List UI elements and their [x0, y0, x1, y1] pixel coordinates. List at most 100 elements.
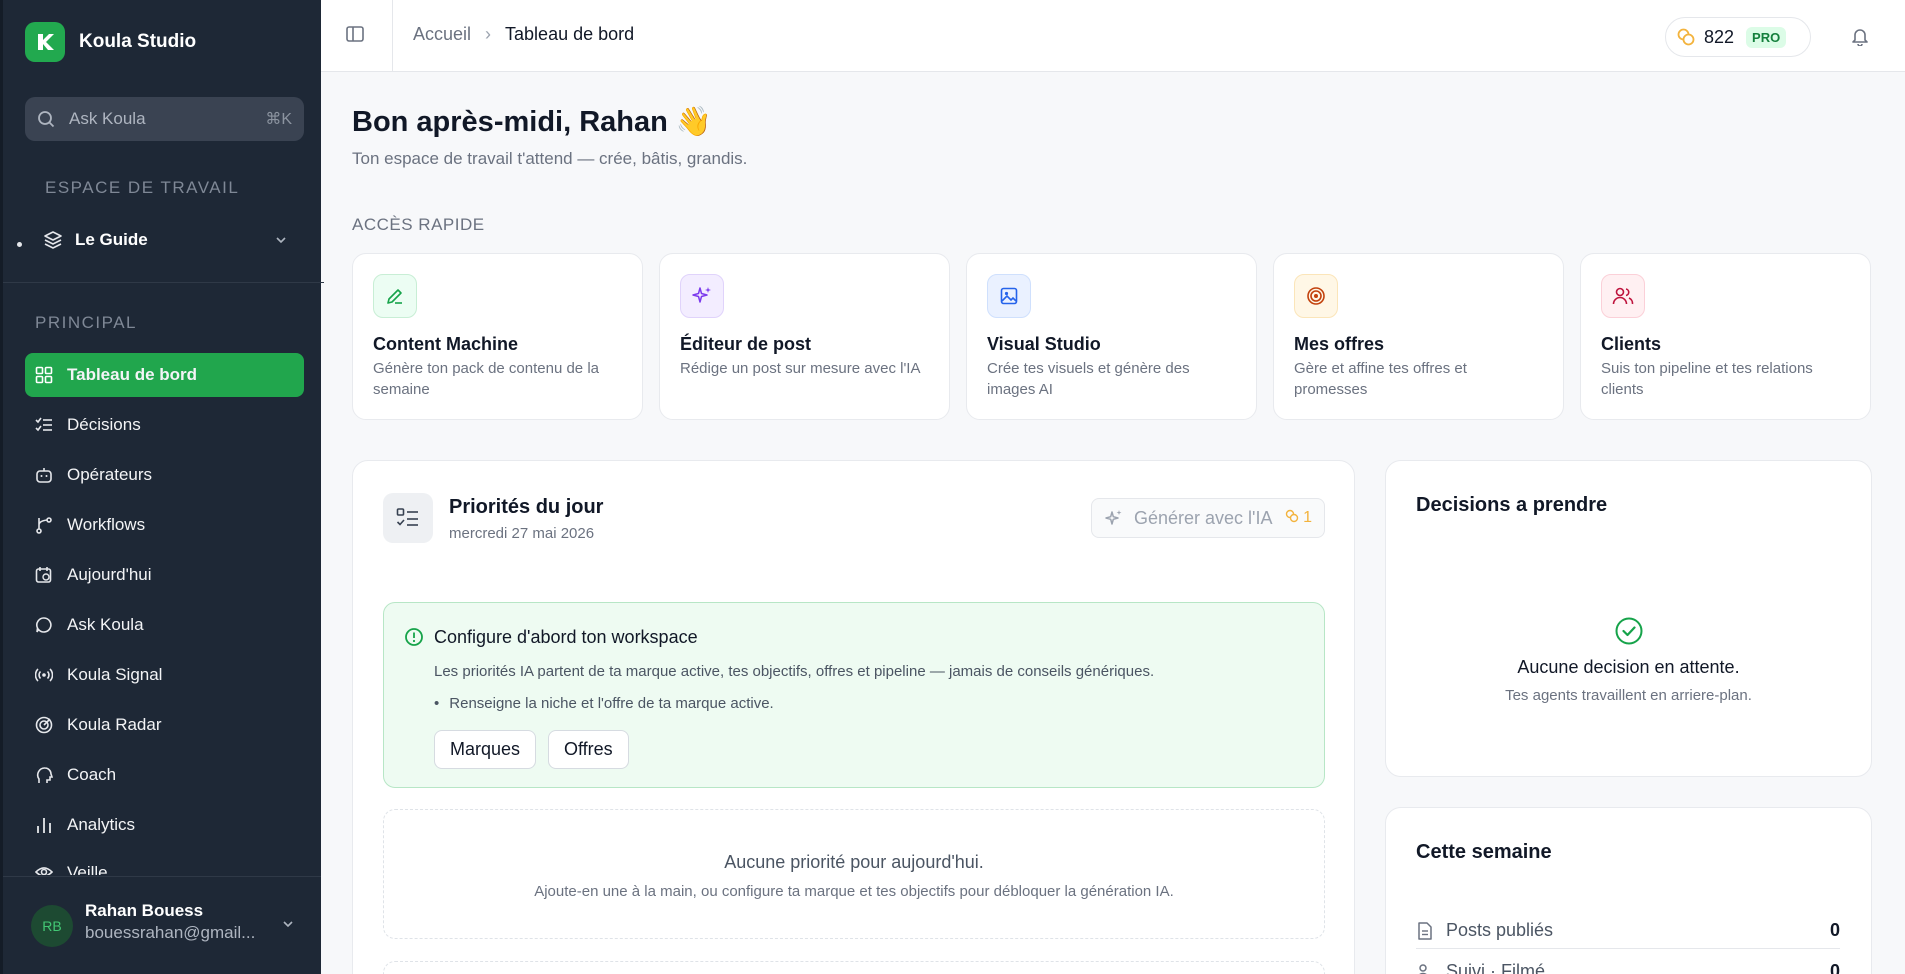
- priority-add-slot[interactable]: [383, 961, 1325, 974]
- quick-access-desc: Génère ton pack de contenu de la semaine: [373, 360, 599, 398]
- offers-button[interactable]: Offres: [548, 730, 629, 769]
- bell-icon[interactable]: [1850, 26, 1870, 46]
- coins-icon: [1677, 28, 1695, 46]
- eye-icon: [35, 867, 53, 875]
- priorities-title: Priorités du jour: [449, 496, 604, 518]
- stat-row: Suivi · Filmé 0: [1416, 954, 1840, 974]
- bar-chart-icon: [37, 818, 51, 833]
- generate-ai-button[interactable]: Générer avec l'IA 1: [1091, 498, 1325, 538]
- stat-value: 0: [1829, 920, 1840, 940]
- quick-access-desc: Gère et affine tes offres et promesses: [1294, 360, 1467, 398]
- empty-subtitle: Ajoute-en une à la main, ou configure ta…: [534, 883, 1174, 900]
- workspace-name: Le Guide: [75, 230, 148, 249]
- sidebar-item-coach[interactable]: Coach: [25, 753, 304, 797]
- quick-access-clients[interactable]: Clients Suis ton pipeline et tes relatio…: [1580, 253, 1871, 420]
- radar-icon: [35, 716, 53, 734]
- signal-icon: [35, 668, 53, 682]
- sidebar-item-operators[interactable]: Opérateurs: [25, 453, 304, 497]
- sidebar-item-label: Koula Signal: [67, 665, 163, 684]
- info-icon: [405, 628, 423, 646]
- quick-access-desc: Suis ton pipeline et tes relations clien…: [1601, 360, 1813, 398]
- sidebar-item-ask-koula[interactable]: Ask Koula: [25, 603, 304, 647]
- user-menu[interactable]: RB Rahan Bouess bouessrahan@gmail...: [3, 876, 321, 974]
- credits-badge[interactable]: 822 PRO: [1665, 17, 1811, 57]
- sidebar-item-koula-radar[interactable]: Koula Radar: [25, 703, 304, 747]
- generate-ai-cost-value: 1: [1303, 509, 1312, 526]
- sidebar-item-dashboard[interactable]: Tableau de bord: [25, 353, 304, 397]
- quick-access-visual-studio[interactable]: Visual Studio Crée tes visuels et génère…: [966, 253, 1257, 420]
- active-dot: [17, 242, 22, 247]
- alert-title: Configure d'abord ton workspace: [434, 627, 698, 647]
- sparkles-icon: [680, 274, 724, 318]
- branch-icon: [36, 517, 52, 534]
- sparkles-icon: [1105, 510, 1122, 525]
- image-icon: [987, 274, 1031, 318]
- priorities-date: mercredi 27 mai 2026: [449, 525, 595, 542]
- workspace-section-label: ESPACE DE TRAVAIL: [45, 178, 240, 197]
- decisions-subtitle: Tes agents travaillent en arriere-plan.: [1505, 687, 1752, 704]
- sidebar-item-label: Analytics: [67, 815, 136, 834]
- users-icon: [1418, 963, 1428, 974]
- sidebar-item-label: Coach: [67, 765, 117, 784]
- priorities-card: Priorités du jour mercredi 27 mai 2026 G…: [352, 460, 1355, 974]
- empty-title: Aucune priorité pour aujourd'hui.: [724, 852, 984, 872]
- alert-bullet: • Renseigne la niche et l'offre de ta mar…: [434, 695, 774, 712]
- topbar: Accueil › Tableau de bord 822 PRO: [321, 0, 1905, 72]
- breadcrumb-current: Tableau de bord: [505, 24, 635, 44]
- sidebar-item-label: Opérateurs: [67, 465, 153, 484]
- workspace-selector[interactable]: Le Guide: [43, 225, 288, 255]
- main-section-label: PRINCIPAL: [35, 313, 137, 332]
- list-check-icon: [383, 493, 433, 543]
- checklist-icon: [35, 417, 52, 432]
- layers-icon: [44, 231, 62, 249]
- search-icon: [38, 111, 55, 128]
- breadcrumb-home[interactable]: Accueil: [413, 24, 471, 45]
- topbar-divider: [392, 0, 393, 72]
- sidebar-item-koula-signal[interactable]: Koula Signal: [25, 653, 304, 697]
- chevron-down-icon: [283, 921, 293, 928]
- stat-label: Suivi · Filmé: [1446, 961, 1546, 974]
- breadcrumb: Accueil › Tableau de bord: [413, 24, 634, 45]
- user-name: Rahan Bouess: [85, 901, 204, 920]
- sidebar-item-label: Koula Radar: [67, 715, 162, 734]
- sidebar-item-label: Décisions: [67, 415, 141, 434]
- decisions-empty: Aucune decision en attente.: [1517, 657, 1740, 677]
- sidebar-item-analytics[interactable]: Analytics: [25, 803, 304, 847]
- sidebar-item-decisions[interactable]: Décisions: [25, 403, 304, 447]
- sidebar-item-workflows[interactable]: Workflows: [25, 503, 304, 547]
- search-shortcut: ⌘K: [265, 111, 292, 128]
- koula-logo-icon: [25, 22, 65, 62]
- quick-access-title: Clients: [1601, 334, 1662, 354]
- quick-access-label: ACCÈS RAPIDE: [352, 215, 485, 234]
- page-subtitle: Ton espace de travail t'attend — crée, b…: [352, 149, 748, 168]
- week-title: Cette semaine: [1416, 841, 1552, 863]
- brand[interactable]: Koula Studio: [25, 22, 196, 62]
- check-circle-icon: [1615, 617, 1643, 645]
- users-icon: [1601, 274, 1645, 318]
- breadcrumb-separator: ›: [485, 24, 492, 44]
- brand-name: Koula Studio: [79, 31, 197, 52]
- sidebar-item-veille[interactable]: Veille: [25, 853, 304, 875]
- quick-access-content-machine[interactable]: Content Machine Génère ton pack de conte…: [352, 253, 643, 420]
- generate-ai-label: Générer avec l'IA: [1134, 507, 1273, 528]
- stat-value: 0: [1829, 961, 1840, 974]
- decisions-title: Decisions a prendre: [1416, 494, 1608, 516]
- stat-row: Posts publiés 0: [1416, 913, 1840, 949]
- stat-label: Posts publiés: [1446, 920, 1554, 940]
- sidebar-item-label: Tableau de bord: [67, 365, 198, 384]
- user-email: bouessrahan@gmail...: [85, 923, 256, 942]
- target-icon: [1294, 274, 1338, 318]
- document-icon: [1418, 921, 1432, 940]
- quick-access-title: Content Machine: [373, 334, 519, 354]
- quick-access-title: Éditeur de post: [680, 334, 812, 354]
- quick-access-desc: Crée tes visuels et génère des images AI: [987, 360, 1190, 398]
- sidebar-toggle-icon[interactable]: [345, 24, 365, 44]
- quick-access-offers[interactable]: Mes offres Gère et affine tes offres et …: [1273, 253, 1564, 420]
- brands-button[interactable]: Marques: [434, 730, 537, 769]
- search-input[interactable]: Ask Koula ⌘K: [25, 97, 304, 141]
- quick-access-post-editor[interactable]: Éditeur de post Rédige un post sur mesur…: [659, 253, 950, 420]
- quick-access-desc: Rédige un post sur mesure avec l'IA: [680, 360, 921, 377]
- sidebar-item-today[interactable]: Aujourd'hui: [25, 553, 304, 597]
- alert-text: Les priorités IA partent de ta marque ac…: [434, 663, 1155, 680]
- page-title: Bon après-midi, Rahan 👋: [352, 106, 712, 138]
